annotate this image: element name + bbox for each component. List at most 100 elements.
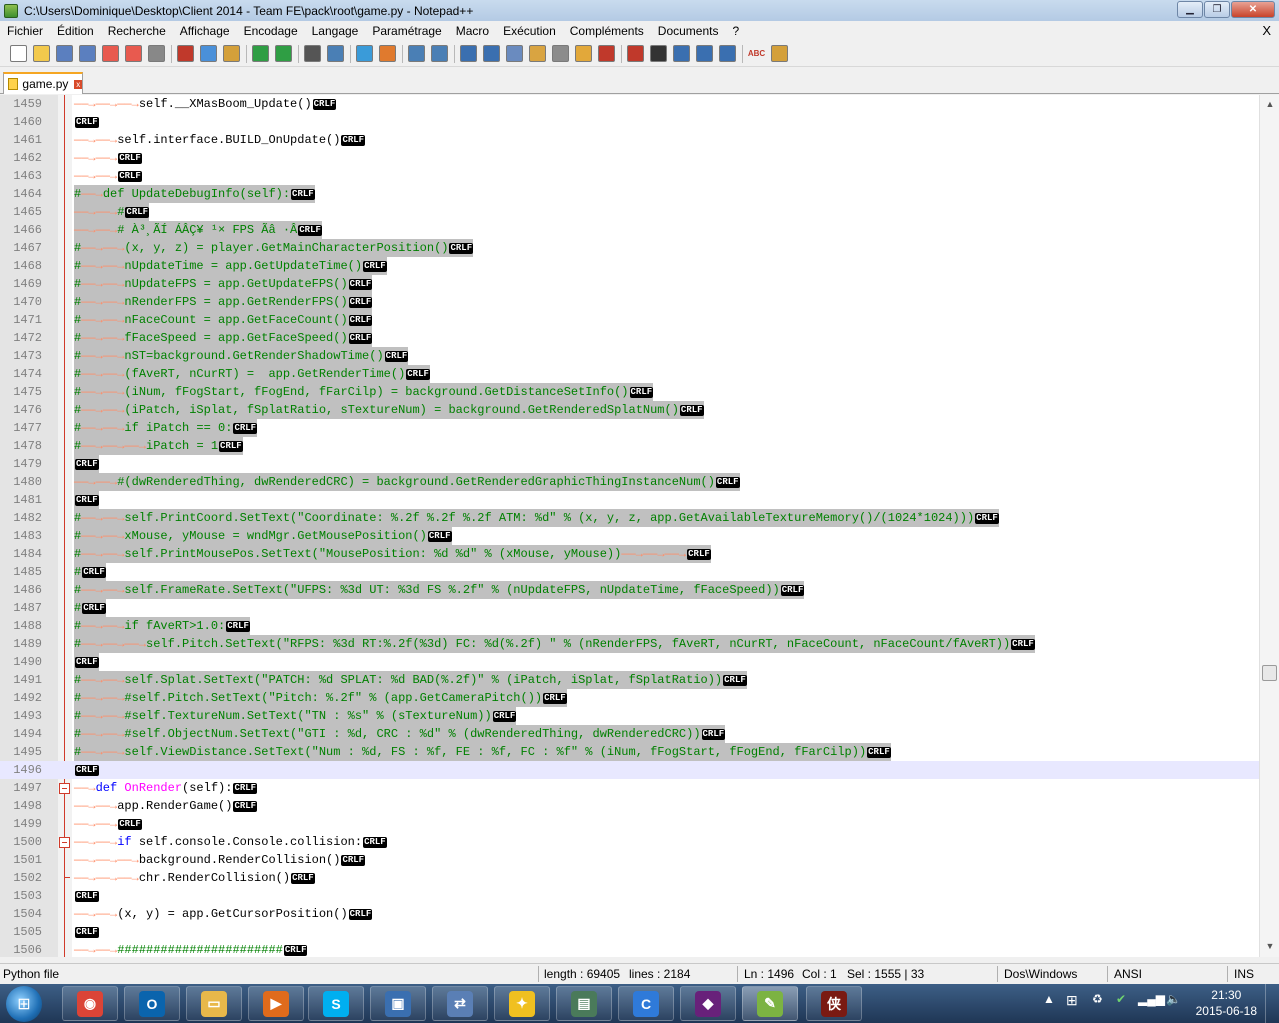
save-macro-icon[interactable] <box>719 45 736 62</box>
taskbar-virtualbox[interactable]: ▣ <box>370 986 426 1021</box>
maximize-button[interactable]: ❐ <box>1204 1 1230 18</box>
taskbar-explorer[interactable]: ▭ <box>186 986 242 1021</box>
recycle-icon[interactable]: ♻ <box>1092 992 1103 1006</box>
code-line[interactable]: 1488 #——→——→if fAveRT>1.0: CRLF <box>0 617 1259 635</box>
volume-icon[interactable]: 🔈 <box>1166 992 1181 1006</box>
code-line[interactable]: 1466 ——→——→# À³¸ÃÍ ÁÂÇ¥ ¹× FPS Ãâ ·Â CRLF <box>0 221 1259 239</box>
replace-icon[interactable] <box>327 45 344 62</box>
menu-item[interactable]: Édition <box>50 24 101 38</box>
menu-item[interactable]: Macro <box>449 24 496 38</box>
code-line[interactable]: 1480 ——→——→#(dwRenderedThing, dwRenderedC… <box>0 473 1259 491</box>
code-line[interactable]: 1487 # CRLF <box>0 599 1259 617</box>
code-line[interactable]: 1468 #——→——→nUpdateTime = app.GetUpdateTi… <box>0 257 1259 275</box>
code-line[interactable]: 1506 ——→——→####################### CRLF <box>0 941 1259 957</box>
code-line[interactable]: 1499 ——→——→ CRLF <box>0 815 1259 833</box>
code-line[interactable]: 1495 #——→——→self.ViewDistance.SetText("Nu… <box>0 743 1259 761</box>
zoom-in-icon[interactable] <box>356 45 373 62</box>
vertical-scrollbar[interactable]: ▲ ▼ <box>1259 95 1279 957</box>
code-line[interactable]: 1485 # CRLF <box>0 563 1259 581</box>
code-line[interactable]: 1501 ——→——→——→background.RenderCollision(… <box>0 851 1259 869</box>
taskbar-ccleaner[interactable]: C <box>618 986 674 1021</box>
menu-item[interactable]: Recherche <box>101 24 173 38</box>
taskbar-skype[interactable]: S <box>308 986 364 1021</box>
redo-icon[interactable] <box>275 45 292 62</box>
code-line[interactable]: 1469 #——→——→nUpdateFPS = app.GetUpdateFPS… <box>0 275 1259 293</box>
code-line[interactable]: 1500 ——→——→if self.console.Console.collis… <box>0 833 1259 851</box>
print-icon[interactable] <box>148 45 165 62</box>
code-line[interactable]: 1486 #——→——→self.FrameRate.SetText("UFPS:… <box>0 581 1259 599</box>
code-line[interactable]: 1464 #——→def UpdateDebugInfo(self): CRLF <box>0 185 1259 203</box>
paste-icon[interactable] <box>223 45 240 62</box>
taskbar-media-player[interactable]: ▶ <box>248 986 304 1021</box>
menu-item[interactable]: Paramétrage <box>365 24 448 38</box>
taskbar-metin2-client[interactable]: 侠 <box>806 986 862 1021</box>
system-clock[interactable]: 21:30 2015-06-18 <box>1196 987 1257 1019</box>
code-line[interactable]: 1483 #——→——→xMouse, yMouse = wndMgr.GetMo… <box>0 527 1259 545</box>
find-icon[interactable] <box>304 45 321 62</box>
close-all-icon[interactable] <box>125 45 142 62</box>
code-line[interactable]: 1474 #——→——→(fAveRT, nCurRT) = app.GetRen… <box>0 365 1259 383</box>
minimize-button[interactable]: ▁ <box>1177 1 1203 18</box>
function-list-icon[interactable] <box>575 45 592 62</box>
code-line[interactable]: 1460 CRLF <box>0 113 1259 131</box>
tab-game-py[interactable]: game.py x <box>3 72 83 94</box>
undo-icon[interactable] <box>252 45 269 62</box>
code-line[interactable]: 1502 ——→——→——→chr.RenderCollision() CRLF <box>0 869 1259 887</box>
show-desktop-button[interactable] <box>1265 984 1279 1023</box>
copy-icon[interactable] <box>200 45 217 62</box>
scroll-up-arrow-icon[interactable]: ▲ <box>1264 99 1276 111</box>
lang-udl-icon[interactable] <box>529 45 546 62</box>
code-line[interactable]: 1489 #——→——→——→self.Pitch.SetText("RFPS: … <box>0 635 1259 653</box>
code-line[interactable]: 1461 ——→——→self.interface.BUILD_OnUpdate(… <box>0 131 1259 149</box>
taskbar-outlook[interactable]: O <box>124 986 180 1021</box>
doc-map-icon[interactable] <box>552 45 569 62</box>
menu-item[interactable]: Exécution <box>496 24 563 38</box>
save-icon[interactable] <box>56 45 73 62</box>
code-line[interactable]: 1494 #——→——→#self.ObjectNum.SetText("GTI … <box>0 725 1259 743</box>
taskbar-chrome[interactable]: ◉ <box>62 986 118 1021</box>
code-line[interactable]: 1477 #——→——→if iPatch == 0: CRLF <box>0 419 1259 437</box>
menu-item[interactable]: Documents <box>651 24 726 38</box>
folder-workspace-icon[interactable] <box>598 45 615 62</box>
cut-icon[interactable] <box>177 45 194 62</box>
close-window-button[interactable]: ✕ <box>1231 1 1275 18</box>
code-line[interactable]: 1459 ——→——→——→self.__XMasBoom_Update() CRL… <box>0 95 1259 113</box>
code-line[interactable]: 1470 #——→——→nRenderFPS = app.GetRenderFPS… <box>0 293 1259 311</box>
sync-horizontal-icon[interactable] <box>431 45 448 62</box>
code-line[interactable]: 1491 #——→——→self.Splat.SetText("PATCH: %d… <box>0 671 1259 689</box>
code-line[interactable]: 1505 CRLF <box>0 923 1259 941</box>
code-line[interactable]: 1472 #——→——→fFaceSpeed = app.GetFaceSpeed… <box>0 329 1259 347</box>
title-bar[interactable]: C:\Users\Dominique\Desktop\Client 2014 -… <box>0 0 1279 21</box>
code-line[interactable]: 1462 ——→——→ CRLF <box>0 149 1259 167</box>
security-icon[interactable]: ✔ <box>1116 992 1126 1006</box>
save-all-icon[interactable] <box>79 45 96 62</box>
taskbar-visual-studio[interactable]: ◆ <box>680 986 736 1021</box>
code-line[interactable]: 1471 #——→——→nFaceCount = app.GetFaceCount… <box>0 311 1259 329</box>
windows-flag-icon[interactable]: ⊞ <box>1066 992 1078 1009</box>
code-line[interactable]: 1503 CRLF <box>0 887 1259 905</box>
record-macro-icon[interactable] <box>627 45 644 62</box>
code-line[interactable]: 1475 #——→——→(iNum, fFogStart, fFogEnd, fF… <box>0 383 1259 401</box>
tray-expand-icon[interactable]: ▲ <box>1043 992 1055 1006</box>
sync-vertical-icon[interactable] <box>408 45 425 62</box>
compare-icon[interactable] <box>771 45 788 62</box>
code-line[interactable]: 1478 #——→——→——→iPatch = 1 CRLF <box>0 437 1259 455</box>
network-signal-icon[interactable]: ▂▄▆ <box>1138 992 1165 1006</box>
code-line[interactable]: 1463 ——→——→ CRLF <box>0 167 1259 185</box>
status-eol-mode[interactable]: Dos\Windows <box>1004 967 1077 981</box>
code-line[interactable]: 1465 ——→——→# CRLF <box>0 203 1259 221</box>
code-line[interactable]: 1467 #——→——→(x, y, z) = player.GetMainCha… <box>0 239 1259 257</box>
code-line[interactable]: 1484 #——→——→self.PrintMousePos.SetText("M… <box>0 545 1259 563</box>
start-button[interactable]: ⊞ <box>6 986 42 1022</box>
open-file-icon[interactable] <box>33 45 50 62</box>
code-line[interactable]: 1479 CRLF <box>0 455 1259 473</box>
taskbar-network-tool[interactable]: ⇄ <box>432 986 488 1021</box>
notepadpp-app-icon[interactable] <box>4 3 18 18</box>
spellcheck-icon[interactable]: ABC <box>748 45 765 62</box>
code-line[interactable]: 1482 #——→——→self.PrintCoord.SetText("Coor… <box>0 509 1259 527</box>
code-line[interactable]: 1504 ——→——→(x, y) = app.GetCursorPosition… <box>0 905 1259 923</box>
close-icon[interactable] <box>102 45 119 62</box>
code-line[interactable]: 1493 #——→——→#self.TextureNum.SetText("TN … <box>0 707 1259 725</box>
new-file-icon[interactable] <box>10 45 27 62</box>
scroll-down-arrow-icon[interactable]: ▼ <box>1264 941 1276 953</box>
